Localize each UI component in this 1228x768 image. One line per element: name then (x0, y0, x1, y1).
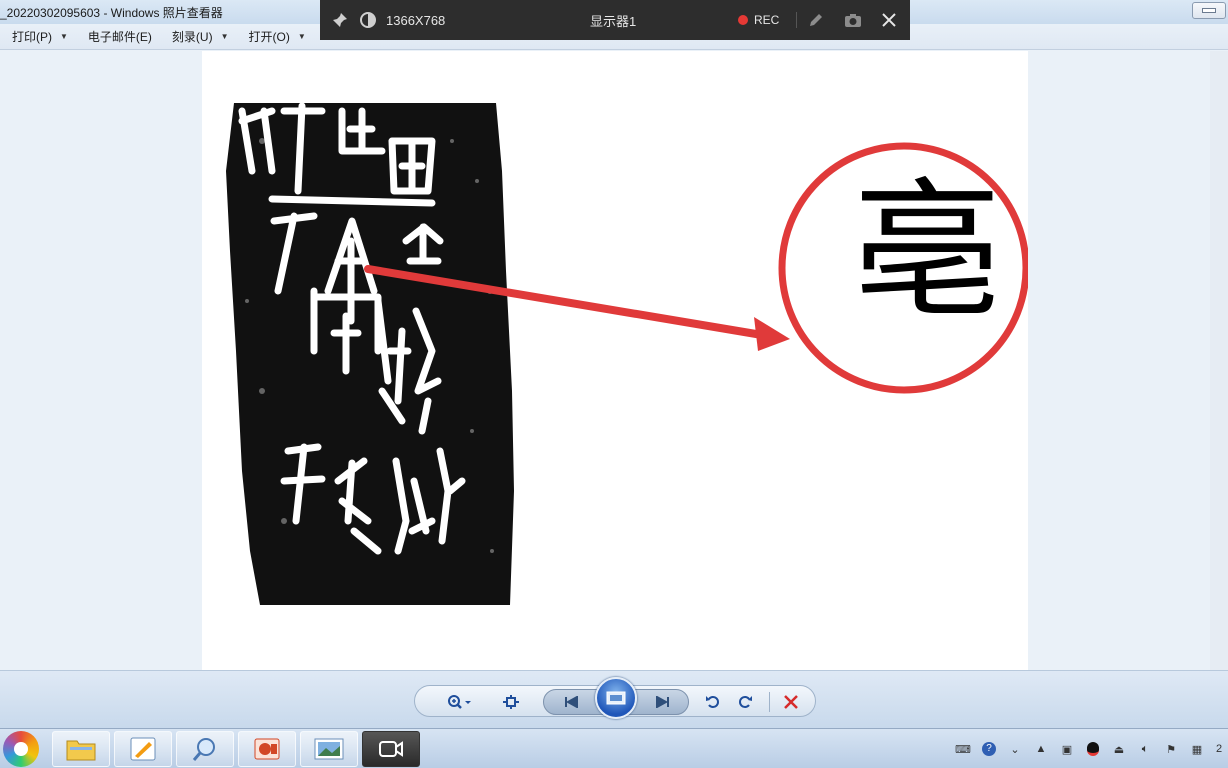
delete-button[interactable] (777, 686, 805, 718)
window-title: _20220302095603 - Windows 照片查看器 (0, 6, 223, 20)
magnifier-icon (192, 738, 215, 761)
inscription-rubbing (226, 102, 514, 605)
menu-email-label: 电子邮件(E) (87, 30, 152, 44)
record-dot-icon (738, 15, 748, 25)
zoom-button[interactable] (439, 686, 479, 718)
pin-icon[interactable] (332, 0, 350, 40)
modern-character: 亳 (851, 165, 1002, 339)
slideshow-icon (606, 691, 626, 705)
help-icon[interactable]: ? (981, 741, 997, 757)
toolbar-controls (414, 677, 816, 719)
close-icon[interactable] (882, 0, 900, 40)
divider (769, 692, 770, 712)
screen-recorder-bar: 1366X768 显示器1 REC (320, 0, 910, 40)
network-icon[interactable]: ▦ (1189, 741, 1205, 757)
pen-icon[interactable] (808, 0, 826, 40)
qq-penguin-icon[interactable] (1085, 741, 1101, 757)
taskbar: ⌨ ? ⌄ ▲ ▣ ⏏ 🔈︎ ⚑ ▦ 2 (0, 728, 1228, 768)
rotate-ccw-icon (706, 696, 719, 708)
rotate-cw-icon (739, 696, 752, 708)
taskbar-drawing-app[interactable] (114, 731, 172, 767)
camera-icon[interactable] (844, 0, 864, 40)
menu-print-label: 打印(P) (12, 30, 52, 44)
chevron-down-icon: ▼ (60, 32, 68, 41)
rotate-cw-button[interactable] (733, 686, 757, 718)
resolution-label: 1366X768 (386, 12, 446, 28)
menu-burn-label: 刻录(U) (171, 30, 213, 44)
zoom-icon (448, 695, 471, 709)
chevron-down-icon: ▼ (220, 32, 229, 41)
fit-window-button[interactable] (497, 686, 525, 718)
taskbar-file-explorer[interactable] (52, 731, 110, 767)
divider (796, 12, 797, 28)
pen-tablet-icon (130, 737, 156, 761)
menu-open[interactable]: 打开(O) ▼ (249, 28, 306, 45)
contrast-icon[interactable] (360, 0, 378, 40)
folder-icon (66, 740, 96, 761)
clock[interactable]: 2 (1215, 741, 1223, 757)
recorder-tray-icon[interactable]: ▣ (1059, 741, 1075, 757)
viewer-toolbar (0, 670, 1228, 728)
photo-icon (314, 738, 344, 760)
fit-window-icon (503, 695, 519, 709)
menu-email[interactable]: 电子邮件(E) (88, 28, 152, 45)
system-tray: ⌨ ? ⌄ ▲ ▣ ⏏ 🔈︎ ⚑ ▦ 2 (950, 729, 1228, 768)
volume-icon[interactable]: 🔈︎ (1137, 741, 1153, 757)
language-bar-icon[interactable]: ⌄ (1007, 741, 1023, 757)
chevron-down-icon: ▼ (297, 32, 306, 41)
next-icon (656, 696, 669, 708)
image-content (226, 102, 1030, 605)
slideshow-button[interactable] (595, 677, 637, 719)
next-button[interactable] (641, 686, 681, 718)
taskbar-photo-viewer[interactable] (300, 731, 358, 767)
video-camera-icon (379, 741, 403, 757)
keyboard-icon[interactable]: ⌨ (955, 741, 971, 757)
display-label: 显示器1 (590, 13, 637, 29)
taskbar-search-tool[interactable] (176, 731, 234, 767)
usb-device-icon[interactable]: ⏏ (1111, 741, 1127, 757)
taskbar-screen-recorder[interactable] (362, 731, 420, 767)
action-center-flag-icon[interactable]: ⚑ (1163, 741, 1179, 757)
rec-label: REC (754, 13, 780, 27)
taskbar-powerpoint[interactable] (238, 731, 296, 767)
vertical-scrollbar[interactable] (1210, 51, 1228, 670)
previous-button[interactable] (553, 686, 593, 718)
menu-print[interactable]: 打印(P) ▼ (12, 28, 68, 45)
window-restore-button[interactable] (1192, 2, 1226, 19)
show-hidden-icons[interactable]: ▲ (1033, 741, 1049, 757)
rotate-ccw-button[interactable] (701, 686, 725, 718)
menu-burn[interactable]: 刻录(U) ▼ (172, 28, 229, 45)
previous-icon (565, 696, 578, 708)
start-button[interactable] (3, 731, 39, 767)
displayed-image: 亳 (202, 51, 1030, 670)
image-viewer: 亳 (0, 51, 1228, 670)
menu-open-label: 打开(O) (248, 30, 290, 44)
powerpoint-icon (254, 738, 280, 760)
delete-icon (784, 695, 798, 709)
record-button[interactable]: REC (738, 0, 798, 40)
